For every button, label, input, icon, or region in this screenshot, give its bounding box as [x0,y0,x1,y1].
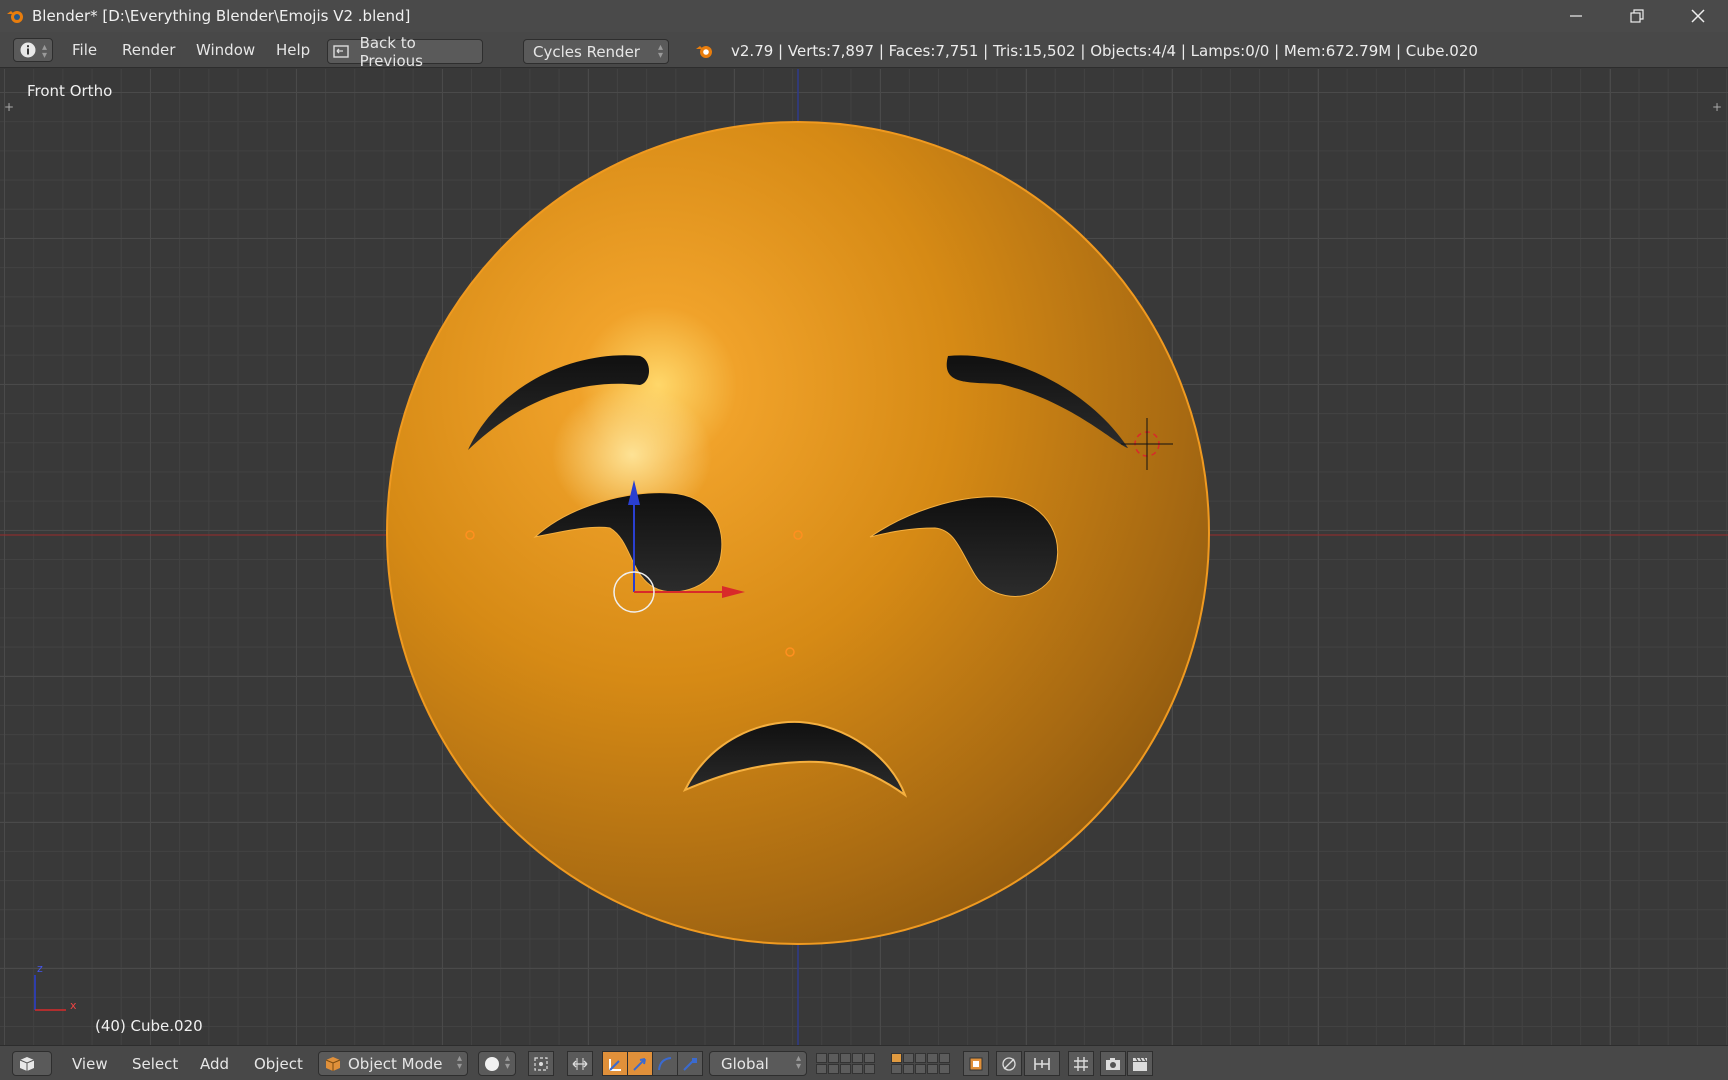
translate-arrow-icon [633,1057,646,1071]
render-animation-button[interactable] [1127,1051,1153,1076]
rotate-arc-icon [658,1056,672,1070]
snap-grid-icon [1074,1056,1088,1071]
pivot-point-icon [534,1056,548,1071]
transform-orientation-select[interactable]: Global ▴ ▾ [709,1051,807,1076]
dropdown-arrows-icon: ▴ ▾ [504,1053,510,1072]
pivot-point-button[interactable] [528,1051,554,1076]
gizmo-z-label: z [37,962,43,975]
dropdown-arrows-icon: ▴ ▾ [795,1053,801,1072]
emoji-object[interactable] [386,121,1210,945]
layer-lock-icon [969,1057,983,1070]
manipulator-toggle-button[interactable] [602,1051,628,1076]
scale-icon [683,1057,697,1071]
manipulate-center-points-button[interactable] [567,1051,593,1076]
interaction-mode-label: Object Mode [348,1054,443,1073]
gizmo-x-label: x [70,999,77,1012]
emoji-face[interactable] [386,121,1210,945]
active-object-label: (40) Cube.020 [95,1017,203,1035]
view-name-label: Front Ortho [27,82,113,100]
object-mode-cube-icon [325,1056,341,1071]
solid-shading-icon [485,1057,499,1071]
lock-camera-layers-button[interactable] [963,1051,989,1076]
view-axis-gizmo [34,975,66,1011]
dropdown-arrows-icon: ▴ ▾ [456,1053,462,1072]
render-opengl-button[interactable] [1100,1051,1126,1076]
scale-manipulator-button[interactable] [677,1051,703,1076]
viewport-shading-select[interactable]: ▴ ▾ [478,1051,516,1076]
translate-manipulator-button[interactable] [627,1051,653,1076]
rotate-manipulator-button[interactable] [652,1051,678,1076]
layer-grid-1[interactable] [816,1053,875,1074]
snap-toggle-button[interactable] [1068,1051,1094,1076]
layer-grid-2[interactable] [891,1053,950,1074]
view3d-header: View Select Add Object Object Mode ▴ ▾ ▴ ▾… [0,1045,1728,1080]
viewport-scene: + + [0,69,1728,1045]
clapperboard-icon [1133,1057,1147,1071]
properties-toggle-icon[interactable]: + [1712,100,1722,114]
snap-element-select[interactable] [1024,1051,1060,1076]
snap-increment-icon [1034,1057,1050,1070]
3d-view-editor-icon [19,1057,35,1071]
menu-object[interactable]: Object [254,1055,303,1073]
manipulate-center-icon [572,1057,588,1070]
proportional-edit-icon [1002,1056,1016,1071]
menu-add[interactable]: Add [200,1055,229,1073]
interaction-mode-select[interactable]: Object Mode ▴ ▾ [318,1051,468,1076]
transform-orientation-label: Global [721,1054,769,1073]
camera-icon [1106,1057,1120,1070]
manipulator-icon [609,1058,621,1071]
toolshelf-toggle-icon[interactable]: + [4,100,14,114]
menu-view[interactable]: View [72,1055,108,1073]
editor-type-select[interactable] [12,1051,52,1076]
menu-select[interactable]: Select [132,1055,178,1073]
proportional-editing-button[interactable] [996,1051,1022,1076]
